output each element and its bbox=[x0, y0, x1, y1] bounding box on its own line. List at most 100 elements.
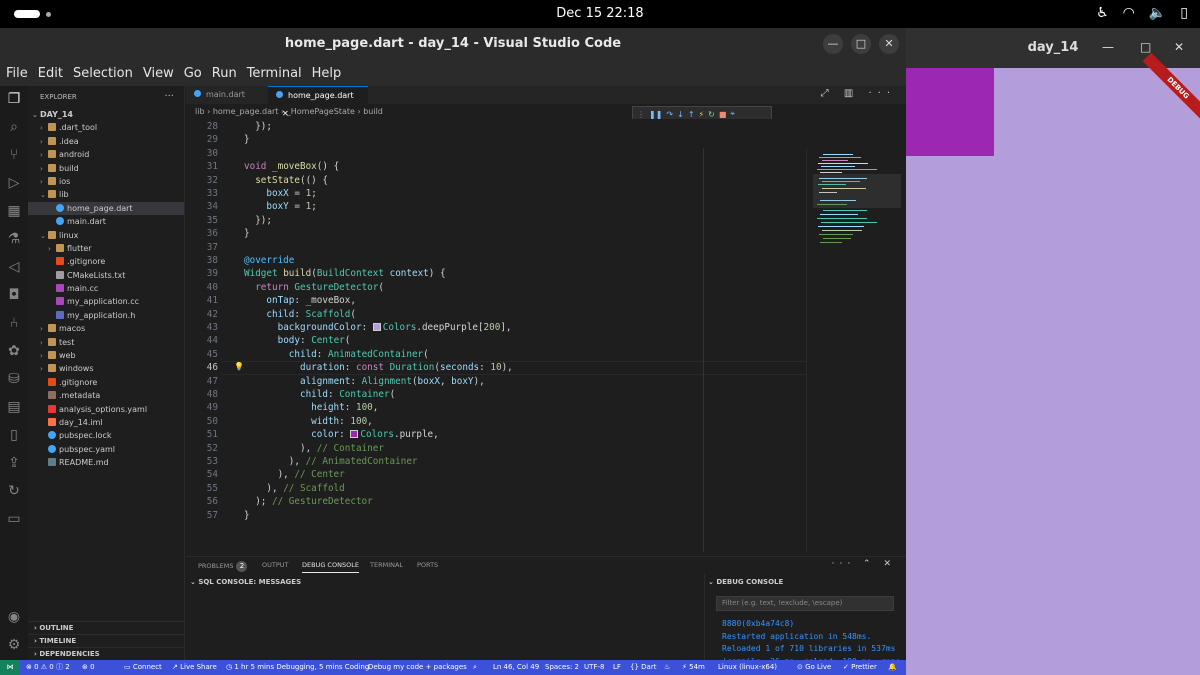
session-timer[interactable]: ◷ 1 hr 5 mins Debugging, 5 mins Coding bbox=[226, 660, 369, 675]
go-live-button[interactable]: ⊙ Go Live bbox=[797, 660, 831, 675]
file-tree-item[interactable]: day_14.iml bbox=[28, 416, 184, 429]
code-line[interactable]: child: AnimatedContainer( bbox=[244, 349, 429, 360]
lightbulb-icon[interactable]: 💡 bbox=[234, 362, 244, 371]
eol-status[interactable]: LF bbox=[613, 660, 621, 675]
file-tree-item[interactable]: my_application.h bbox=[28, 309, 184, 322]
connect-status[interactable]: ▭ Connect bbox=[124, 660, 162, 675]
file-tree-item[interactable]: ⌄ linux bbox=[28, 229, 184, 242]
project-root[interactable]: ⌄ DAY_14 bbox=[28, 108, 184, 121]
code-line[interactable]: ), // AnimatedContainer bbox=[244, 456, 418, 467]
debug-mode-status[interactable]: Debug my code + packages bbox=[368, 660, 467, 675]
code-line[interactable]: height: 100, bbox=[244, 402, 378, 413]
code-line[interactable]: } bbox=[244, 510, 250, 521]
cursor-position[interactable]: Ln 46, Col 49 bbox=[493, 660, 539, 675]
database-icon[interactable]: ⛁ bbox=[5, 370, 23, 388]
code-line[interactable]: } bbox=[244, 134, 250, 145]
devtools-icon[interactable]: ⌖ bbox=[730, 109, 735, 119]
breadcrumb-method[interactable]: build bbox=[363, 107, 383, 116]
file-tree-item[interactable]: ⌄ lib bbox=[28, 188, 184, 201]
file-tree-item[interactable]: CMakeLists.txt bbox=[28, 269, 184, 282]
settings-gear-icon[interactable]: ⚙ bbox=[5, 636, 23, 654]
dart-timer[interactable]: ⚡ 54m bbox=[682, 660, 705, 675]
source-control-icon[interactable]: ⑂ bbox=[5, 146, 23, 164]
code-line[interactable]: alignment: Alignment(boxX, boxY), bbox=[244, 376, 485, 387]
breadcrumb-lib[interactable]: lib bbox=[195, 107, 205, 116]
run-debug-icon[interactable]: ▷ bbox=[5, 174, 23, 192]
file-tree-item[interactable]: › test bbox=[28, 336, 184, 349]
code-line[interactable]: @override bbox=[244, 255, 294, 266]
code-line[interactable]: body: Center( bbox=[244, 335, 351, 346]
language-status[interactable]: {} Dart bbox=[630, 660, 656, 675]
debug-console-header[interactable]: ⌄ DEBUG CONSOLE bbox=[708, 578, 783, 586]
drag-handle-icon[interactable]: ⋮ bbox=[637, 110, 645, 119]
bell-icon[interactable]: 🔔 bbox=[888, 660, 897, 675]
debug-console-filter-input[interactable]: Filter (e.g. text, !exclude, \escape) bbox=[716, 596, 894, 611]
extensions-icon[interactable]: ▦ bbox=[5, 202, 23, 220]
paw-icon[interactable]: ✿ bbox=[5, 342, 23, 360]
tab-main-dart[interactable]: main.dart bbox=[186, 86, 268, 104]
color-swatch[interactable] bbox=[350, 430, 359, 439]
indentation-status[interactable]: Spaces: 2 bbox=[545, 660, 579, 675]
file-tree-item[interactable]: pubspec.yaml bbox=[28, 443, 184, 456]
step-into-icon[interactable]: ↓ bbox=[677, 110, 684, 119]
file-tree-item[interactable]: .gitignore bbox=[28, 255, 184, 268]
clock[interactable]: Dec 15 22:18 bbox=[0, 6, 1200, 21]
prettier-status[interactable]: ✓ Prettier bbox=[843, 660, 877, 675]
animated-purple-box[interactable] bbox=[906, 68, 994, 156]
battery-icon[interactable]: ▯ bbox=[1180, 5, 1188, 21]
menu-selection[interactable]: Selection bbox=[73, 66, 133, 81]
code-line[interactable]: backgroundColor: Colors.deepPurple[200], bbox=[244, 322, 512, 333]
code-line[interactable]: duration: const Duration(seconds: 10), bbox=[244, 362, 513, 373]
tab-debug-console[interactable]: DEBUG CONSOLE bbox=[302, 561, 359, 573]
maximize-button[interactable]: □ bbox=[851, 34, 871, 54]
live-share-status[interactable]: ↗ Live Share bbox=[172, 660, 217, 675]
panel-actions[interactable]: ··· ⌃ ✕ bbox=[832, 559, 896, 569]
menu-help[interactable]: Help bbox=[312, 66, 342, 81]
wifi-icon[interactable]: ◠ bbox=[1123, 5, 1135, 21]
flutter-minimize-button[interactable]: — bbox=[1102, 40, 1114, 54]
menu-view[interactable]: View bbox=[143, 66, 174, 81]
file-tree-item[interactable]: analysis_options.yaml bbox=[28, 403, 184, 416]
device-selector[interactable]: Linux (linux-x64) bbox=[718, 660, 777, 675]
code-line[interactable]: boxY = 1; bbox=[244, 201, 316, 212]
tab-terminal[interactable]: TERMINAL bbox=[370, 561, 403, 569]
code-line[interactable]: child: Scaffold( bbox=[244, 309, 356, 320]
explorer-icon[interactable]: ❐ bbox=[5, 90, 23, 108]
code-line[interactable]: boxX = 1; bbox=[244, 188, 316, 199]
code-line[interactable]: setState(() { bbox=[244, 175, 328, 186]
remote-indicator[interactable]: ⋈ bbox=[0, 660, 20, 675]
file-tree-item[interactable]: main.dart bbox=[28, 215, 184, 228]
file-tree-item[interactable]: › macos bbox=[28, 322, 184, 335]
breadcrumb-file[interactable]: home_page.dart bbox=[213, 107, 279, 116]
file-tree-item[interactable]: .metadata bbox=[28, 389, 184, 402]
tab-home-page-dart[interactable]: home_page.dart ✕ bbox=[268, 86, 368, 118]
hot-reload-icon[interactable]: ⚡ bbox=[699, 110, 705, 119]
live-share-icon[interactable]: ↻ bbox=[5, 482, 23, 500]
file-tree-item[interactable]: › build bbox=[28, 162, 184, 175]
menu-terminal[interactable]: Terminal bbox=[247, 66, 302, 81]
code-line[interactable]: child: Container( bbox=[244, 389, 395, 400]
gitlens-icon[interactable]: ⑃ bbox=[5, 314, 23, 332]
step-over-icon[interactable]: ↷ bbox=[666, 110, 673, 119]
flutter-icon[interactable]: ◁ bbox=[5, 258, 23, 276]
timeline-section[interactable]: › TIMELINE bbox=[28, 634, 184, 647]
zoom-icon[interactable]: ⌕ bbox=[473, 660, 477, 675]
minimap-viewport[interactable] bbox=[813, 174, 901, 208]
restart-icon[interactable]: ↻ bbox=[708, 110, 715, 119]
encoding-status[interactable]: UTF-8 bbox=[584, 660, 604, 675]
ports-status[interactable]: ⊛ 0 bbox=[82, 660, 95, 675]
minimap[interactable] bbox=[806, 148, 906, 552]
code-line[interactable]: } bbox=[244, 228, 250, 239]
problems-status[interactable]: ⊗ 0 ⚠ 0 ⓘ 2 bbox=[26, 660, 70, 675]
minimize-button[interactable]: — bbox=[823, 34, 843, 54]
editor-actions[interactable]: ⤢ ▥ ··· bbox=[821, 88, 896, 99]
flutter-maximize-button[interactable]: □ bbox=[1140, 40, 1151, 54]
file-tree-item[interactable]: pubspec.lock bbox=[28, 429, 184, 442]
search-icon[interactable]: ⌕ bbox=[5, 118, 23, 136]
outline-section[interactable]: › OUTLINE bbox=[28, 621, 184, 634]
code-line[interactable]: color: Colors.purple, bbox=[244, 429, 439, 440]
file-tree-item[interactable]: README.md bbox=[28, 456, 184, 469]
tab-problems[interactable]: PROBLEMS 2 bbox=[198, 561, 248, 572]
code-line[interactable]: ), // Scaffold bbox=[244, 483, 344, 494]
file-tree-item[interactable]: home_page.dart bbox=[28, 201, 184, 216]
